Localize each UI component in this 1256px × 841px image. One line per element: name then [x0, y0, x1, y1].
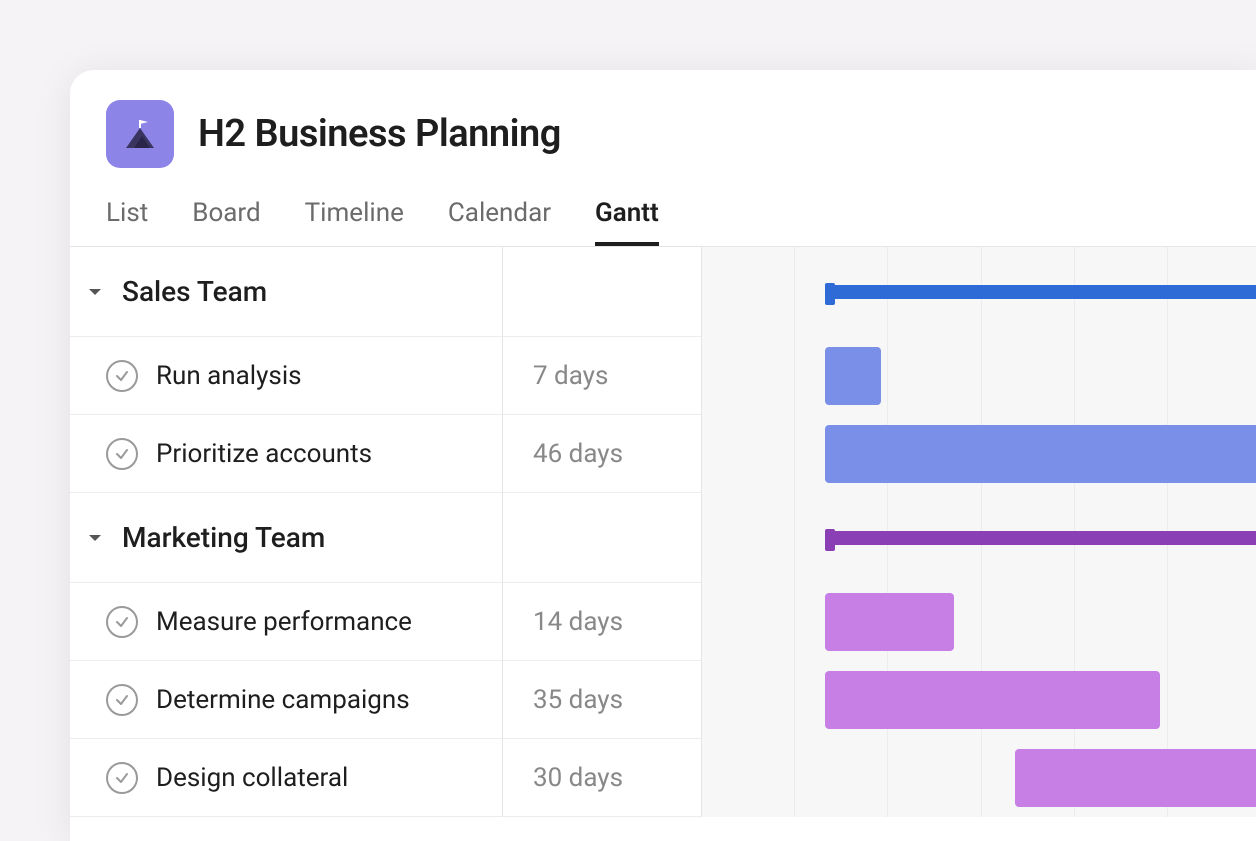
- check-circle-icon[interactable]: [106, 684, 138, 716]
- summary-bar[interactable]: [825, 285, 1256, 299]
- gantt-rows: [702, 247, 1256, 817]
- task-row[interactable]: Design collateral: [70, 739, 502, 817]
- project-icon: [106, 100, 174, 168]
- gantt-task-row: [702, 739, 1256, 817]
- task-duration: 7 days: [533, 361, 608, 391]
- group-name: Sales Team: [122, 275, 267, 308]
- tab-calendar[interactable]: Calendar: [448, 198, 551, 246]
- gantt-task-row: [702, 661, 1256, 739]
- task-row[interactable]: Measure performance: [70, 583, 502, 661]
- check-circle-icon[interactable]: [106, 606, 138, 638]
- task-name: Run analysis: [156, 361, 302, 391]
- task-duration: 30 days: [533, 763, 623, 793]
- gantt-task-row: [702, 415, 1256, 493]
- task-bar[interactable]: [1015, 749, 1256, 807]
- task-bar[interactable]: [825, 593, 954, 651]
- tab-board[interactable]: Board: [192, 198, 260, 246]
- duration-cell: [503, 493, 701, 583]
- task-bar[interactable]: [825, 347, 881, 405]
- task-bar[interactable]: [825, 425, 1256, 483]
- gantt-summary-row: [702, 493, 1256, 583]
- tab-gantt[interactable]: Gantt: [595, 198, 659, 246]
- view-tabs: List Board Timeline Calendar Gantt: [70, 168, 1256, 246]
- duration-cell: 7 days: [503, 337, 701, 415]
- task-bar[interactable]: [825, 671, 1160, 729]
- tab-timeline[interactable]: Timeline: [305, 198, 404, 246]
- gantt-summary-row: [702, 247, 1256, 337]
- task-name: Measure performance: [156, 607, 412, 637]
- group-name: Marketing Team: [122, 521, 325, 554]
- project-title: H2 Business Planning: [198, 112, 561, 156]
- task-row[interactable]: Prioritize accounts: [70, 415, 502, 493]
- task-name: Prioritize accounts: [156, 439, 372, 469]
- duration-cell: 35 days: [503, 661, 701, 739]
- tab-list[interactable]: List: [106, 198, 148, 246]
- duration-column: 7 days 46 days 14 days 35 days 30 days: [502, 247, 702, 817]
- gantt-chart: [702, 247, 1256, 817]
- duration-cell: [503, 247, 701, 337]
- task-name-column: Sales Team Run analysis Prioritize account…: [70, 247, 502, 817]
- duration-cell: 14 days: [503, 583, 701, 661]
- task-name: Determine campaigns: [156, 685, 410, 715]
- check-circle-icon[interactable]: [106, 762, 138, 794]
- task-row[interactable]: Run analysis: [70, 337, 502, 415]
- summary-bar[interactable]: [825, 531, 1256, 545]
- app-shell: H2 Business Planning List Board Timeline Ca…: [70, 70, 1256, 841]
- gantt-content: Sales Team Run analysis Prioritize account…: [70, 246, 1256, 817]
- task-row[interactable]: Determine campaigns: [70, 661, 502, 739]
- task-duration: 46 days: [533, 439, 623, 469]
- chevron-down-icon: [84, 527, 106, 549]
- task-duration: 35 days: [533, 685, 623, 715]
- project-header: H2 Business Planning: [70, 70, 1256, 168]
- gantt-task-row: [702, 583, 1256, 661]
- gantt-task-row: [702, 337, 1256, 415]
- group-header[interactable]: Marketing Team: [70, 493, 502, 583]
- task-duration: 14 days: [533, 607, 623, 637]
- duration-cell: 30 days: [503, 739, 701, 817]
- check-circle-icon[interactable]: [106, 360, 138, 392]
- check-circle-icon[interactable]: [106, 438, 138, 470]
- duration-cell: 46 days: [503, 415, 701, 493]
- group-header[interactable]: Sales Team: [70, 247, 502, 337]
- mountain-flag-icon: [120, 114, 160, 154]
- chevron-down-icon: [84, 281, 106, 303]
- task-name: Design collateral: [156, 763, 348, 793]
